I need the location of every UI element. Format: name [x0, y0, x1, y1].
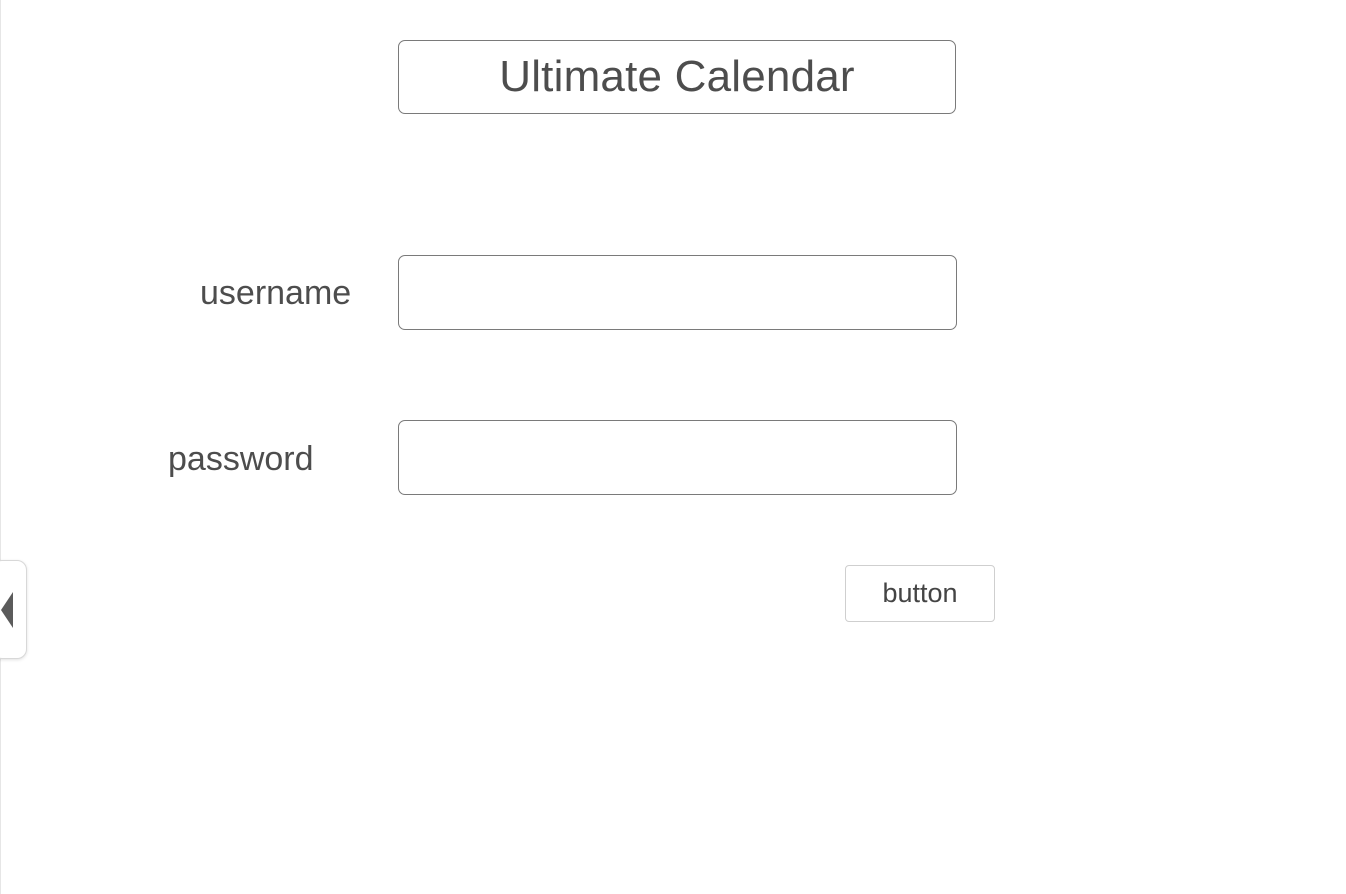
left-edge-divider: [0, 0, 1, 894]
submit-button[interactable]: button: [845, 565, 995, 622]
app-title: Ultimate Calendar: [398, 40, 956, 114]
username-field[interactable]: [398, 255, 957, 330]
password-field[interactable]: [398, 420, 957, 495]
login-page: Ultimate Calendar username password butt…: [0, 0, 1346, 894]
side-panel-toggle[interactable]: [0, 560, 27, 659]
password-label: password: [168, 440, 314, 478]
chevron-left-icon: [1, 592, 13, 628]
username-label: username: [200, 274, 352, 312]
